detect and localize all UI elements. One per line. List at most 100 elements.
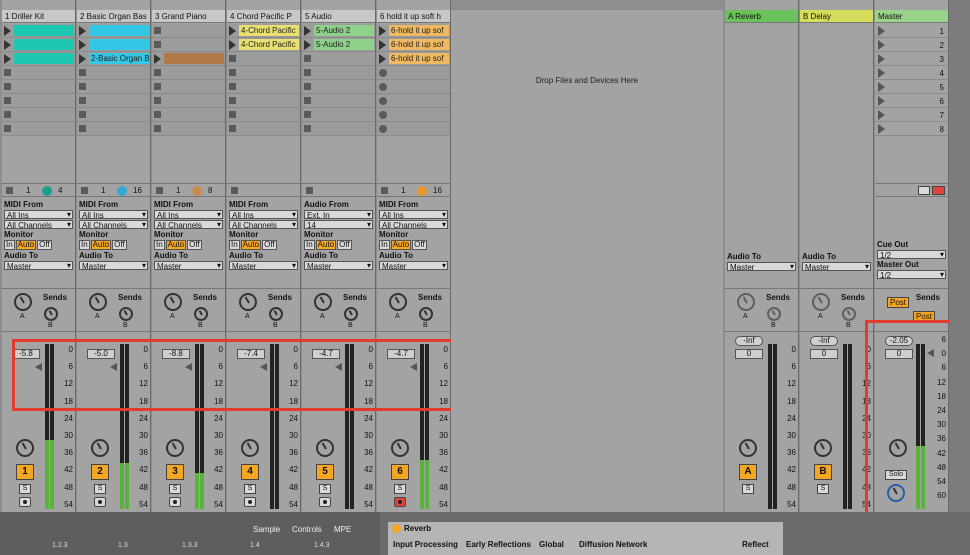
stop-icon[interactable] xyxy=(381,187,388,194)
play-icon[interactable] xyxy=(154,54,161,64)
send-a-knob[interactable] xyxy=(89,293,107,311)
clip-slot[interactable]: 4-Chord Pacific xyxy=(227,38,300,52)
volume-fader-handle[interactable] xyxy=(335,363,342,371)
pan-knob[interactable] xyxy=(316,439,334,457)
record-slot-icon[interactable] xyxy=(379,69,387,77)
stop-icon[interactable] xyxy=(229,69,236,76)
scene-launch[interactable]: 5 xyxy=(875,80,948,94)
track-activator-button[interactable]: 1 xyxy=(16,464,34,480)
clip-slot[interactable] xyxy=(152,108,225,122)
clip-slot[interactable] xyxy=(2,38,75,52)
audio-to-select[interactable]: Master xyxy=(154,261,223,270)
clip[interactable]: 6-hold it up sof xyxy=(389,39,449,50)
clip-slot[interactable] xyxy=(227,66,300,80)
stop-icon[interactable] xyxy=(79,125,86,132)
volume-display[interactable]: -7.4 xyxy=(237,349,265,359)
input-select[interactable]: All Ins xyxy=(379,210,448,219)
volume-display[interactable]: -8.8 xyxy=(162,349,190,359)
scene-launch[interactable]: 3 xyxy=(875,52,948,66)
stop-icon[interactable] xyxy=(4,97,11,104)
play-icon[interactable] xyxy=(304,40,311,50)
scene-launch[interactable]: 8 xyxy=(875,122,948,136)
stop-icon[interactable] xyxy=(304,111,311,118)
track-activator-button[interactable]: 5 xyxy=(316,464,334,480)
clip-slot[interactable] xyxy=(152,66,225,80)
pan-knob[interactable] xyxy=(166,439,184,457)
send-a-knob[interactable] xyxy=(314,293,332,311)
volume-display[interactable]: -2.05 xyxy=(885,336,913,346)
monitor-in-button[interactable]: In xyxy=(229,240,240,250)
play-icon[interactable] xyxy=(4,26,11,36)
master-out-select[interactable]: 1/2 xyxy=(877,270,946,279)
clip[interactable] xyxy=(14,25,74,36)
clip-slot[interactable] xyxy=(77,24,150,38)
channel-select[interactable]: All Channels xyxy=(154,220,223,229)
clip-slot[interactable] xyxy=(377,66,450,80)
play-icon[interactable] xyxy=(79,26,86,36)
clip-slot[interactable]: 2-Basic Organ B xyxy=(77,52,150,66)
clip-slot[interactable] xyxy=(2,122,75,136)
audio-to-select[interactable]: Master xyxy=(229,261,298,270)
stop-icon[interactable] xyxy=(229,125,236,132)
stop-icon[interactable] xyxy=(154,97,161,104)
clip[interactable]: 6-hold it up sof xyxy=(389,53,449,64)
play-icon[interactable] xyxy=(4,54,11,64)
cue-out-select[interactable]: 1/2 xyxy=(877,250,946,259)
clip[interactable] xyxy=(14,53,74,64)
clip-slot[interactable] xyxy=(2,94,75,108)
send-a-knob[interactable] xyxy=(389,293,407,311)
stop-icon[interactable] xyxy=(154,83,161,90)
input-select[interactable]: All Ins xyxy=(229,210,298,219)
input-select[interactable]: Ext. In xyxy=(304,210,373,219)
solo-button[interactable]: Solo xyxy=(885,470,907,480)
clip-slot[interactable] xyxy=(377,94,450,108)
pan-knob[interactable] xyxy=(16,439,34,457)
clip-slot[interactable] xyxy=(227,94,300,108)
track-title[interactable]: 1 Driller Kit xyxy=(2,10,75,23)
play-icon[interactable] xyxy=(304,26,311,36)
track-title[interactable]: A Reverb xyxy=(725,10,798,23)
solo-button[interactable]: S xyxy=(319,484,331,494)
play-icon[interactable] xyxy=(878,54,885,64)
stop-icon[interactable] xyxy=(229,97,236,104)
clip-slot[interactable] xyxy=(77,38,150,52)
clip-slot[interactable] xyxy=(152,122,225,136)
monitor-in-button[interactable]: In xyxy=(379,240,390,250)
clip-slot[interactable] xyxy=(377,122,450,136)
send-b-knob[interactable] xyxy=(344,307,358,321)
monitor-auto-button[interactable]: Auto xyxy=(15,240,37,250)
arm-button[interactable] xyxy=(244,497,256,507)
pan-display[interactable]: 0 xyxy=(885,349,913,359)
clip-slot[interactable] xyxy=(2,80,75,94)
play-icon[interactable] xyxy=(878,96,885,106)
pan-knob[interactable] xyxy=(739,439,757,457)
volume-display[interactable]: -Inf xyxy=(810,336,838,346)
record-slot-icon[interactable] xyxy=(379,97,387,105)
clip-slot[interactable] xyxy=(377,80,450,94)
clip[interactable]: 4-Chord Pacific xyxy=(239,39,299,50)
record-icon[interactable] xyxy=(932,186,945,195)
send-a-knob[interactable] xyxy=(812,293,830,311)
tab-sample[interactable]: Sample xyxy=(253,525,280,534)
volume-display[interactable]: -5.0 xyxy=(87,349,115,359)
monitor-off-button[interactable]: Off xyxy=(412,240,427,250)
audio-to-select[interactable]: Master xyxy=(79,261,148,270)
clip-slot[interactable] xyxy=(302,94,375,108)
send-b-knob[interactable] xyxy=(119,307,133,321)
send-a-knob[interactable] xyxy=(164,293,182,311)
stop-icon[interactable] xyxy=(156,187,163,194)
clip[interactable]: 4-Chord Pacific xyxy=(239,25,299,36)
audio-to-select[interactable]: Master xyxy=(727,262,796,271)
stop-icon[interactable] xyxy=(229,111,236,118)
solo-button[interactable]: S xyxy=(244,484,256,494)
audio-to-select[interactable]: Master xyxy=(4,261,73,270)
clip-slot[interactable] xyxy=(77,122,150,136)
send-b-knob[interactable] xyxy=(767,307,781,321)
monitor-auto-button[interactable]: Auto xyxy=(315,240,337,250)
post-button[interactable]: Post xyxy=(913,311,936,322)
input-select[interactable]: All Ins xyxy=(79,210,148,219)
pan-display[interactable]: 0 xyxy=(810,349,838,359)
scene-launch[interactable]: 2 xyxy=(875,38,948,52)
solo-button[interactable]: S xyxy=(169,484,181,494)
scene-launch[interactable]: 6 xyxy=(875,94,948,108)
